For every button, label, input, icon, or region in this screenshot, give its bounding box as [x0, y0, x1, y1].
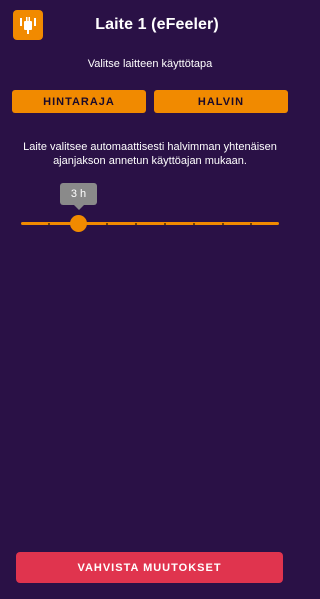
mode-halvin-button[interactable]: HALVIN [154, 90, 288, 113]
header: Laite 1 (eFeeler) [0, 0, 300, 50]
screen: Laite 1 (eFeeler) Valitse laitteen käytt… [0, 0, 300, 599]
mode-subtitle: Valitse laitteen käyttötapa [87, 58, 213, 70]
slider-tick [222, 223, 224, 225]
slider-tick [48, 223, 50, 225]
confirm-changes-button[interactable]: VAHVISTA MUUTOKSET [16, 552, 283, 583]
slider-tick [106, 223, 108, 225]
slider-thumb[interactable] [70, 215, 87, 232]
slider-tick [250, 223, 252, 225]
slider-tick [135, 223, 137, 225]
mode-description: Laite valitsee automaattisesti halvimman… [23, 141, 277, 167]
slider-tick [164, 223, 166, 225]
mode-hintaraja-button[interactable]: HINTARAJA [12, 90, 146, 113]
slider-track[interactable] [21, 222, 279, 225]
duration-slider[interactable] [0, 212, 300, 236]
slider-tick [193, 223, 195, 225]
page-title: Laite 1 (eFeeler) [95, 16, 219, 33]
slider-value-tooltip: 3 h [60, 183, 97, 210]
